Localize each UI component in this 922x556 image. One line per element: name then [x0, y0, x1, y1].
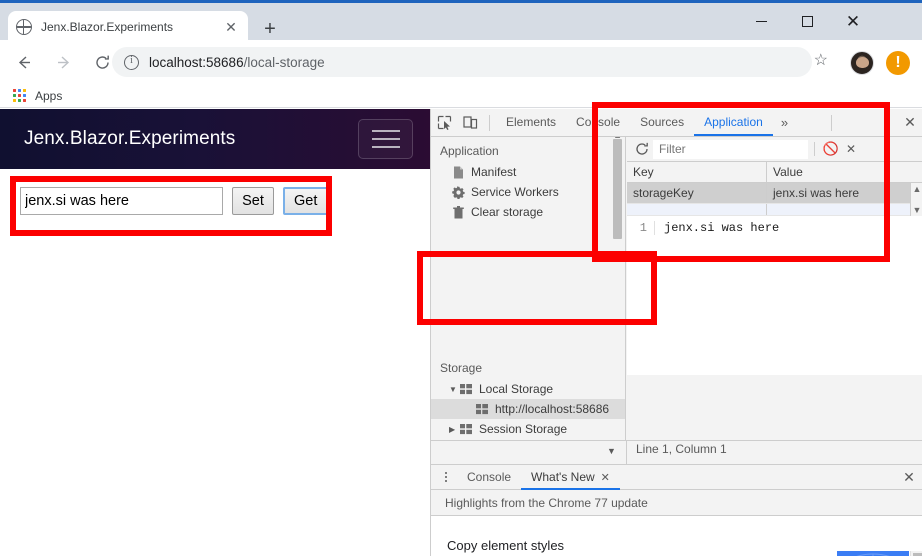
minimize-button[interactable] — [738, 6, 784, 36]
window-close-button[interactable]: ✕ — [830, 6, 876, 36]
browser-toolbar: localhost:58686/local-storage ☆ ! — [0, 40, 922, 84]
globe-icon — [16, 19, 32, 35]
close-icon[interactable]: ✕ — [601, 472, 610, 484]
sidebar-section-storage: Storage — [440, 361, 483, 375]
table-scrollbar[interactable]: ▲ ▼ — [910, 183, 922, 216]
device-toolbar-icon[interactable] — [457, 110, 483, 136]
annotation-local-storage-tree — [417, 251, 657, 325]
hamburger-menu-icon[interactable] — [358, 119, 413, 159]
scroll-down-arrow-icon[interactable]: ▼ — [913, 205, 922, 215]
drawer-menu-icon[interactable] — [435, 465, 457, 489]
drawer-tab-bar: Console What's New ✕ ✕ — [431, 464, 922, 490]
toolbar-divider — [489, 114, 490, 131]
table-icon — [459, 382, 473, 396]
devtools-close-button[interactable]: ✕ — [897, 111, 922, 135]
whats-new-item-title: Copy element styles — [447, 538, 565, 553]
sidebar-item-label: Clear storage — [471, 205, 544, 219]
avatar[interactable] — [850, 51, 874, 75]
forward-button[interactable] — [48, 47, 78, 77]
drawer-tab-whats-new[interactable]: What's New ✕ — [521, 465, 620, 490]
maximize-button[interactable] — [784, 6, 830, 36]
scroll-up-arrow-icon[interactable]: ▲ — [913, 184, 922, 194]
trash-icon — [451, 205, 465, 219]
bookmark-star-icon[interactable]: ☆ — [814, 53, 828, 69]
sidebar-item-label: Manifest — [471, 165, 517, 179]
table-icon — [459, 422, 473, 436]
tab-title: Jenx.Blazor.Experiments — [41, 20, 174, 34]
whats-new-scrollbar[interactable]: ▼ — [910, 551, 922, 556]
line-column-indicator: Line 1, Column 1 — [636, 442, 727, 456]
sidebar-item-label: Session Storage — [479, 422, 568, 436]
whats-new-header: Highlights from the Chrome 77 update — [431, 490, 922, 516]
tab-elements[interactable]: Elements — [496, 109, 566, 136]
maximize-icon — [801, 15, 813, 27]
chevron-down-icon[interactable]: ▼ — [449, 385, 459, 394]
gear-icon — [451, 185, 465, 199]
status-badge[interactable]: ! — [886, 51, 910, 75]
chrome-release-graphic — [837, 551, 909, 556]
sidebar-item-label: Local Storage — [479, 382, 554, 396]
address-bar[interactable]: localhost:58686/local-storage — [112, 47, 812, 77]
browser-window: Jenx.Blazor.Experiments ✕ + ✕ i localhos… — [0, 0, 922, 556]
site-info-icon[interactable] — [124, 54, 139, 70]
sidebar-item-localhost-origin[interactable]: http://localhost:58686 — [431, 399, 625, 419]
forward-arrow-icon — [57, 55, 69, 69]
status-divider — [626, 440, 627, 464]
window-title-bar: Jenx.Blazor.Experiments ✕ + ✕ — [0, 0, 922, 43]
drawer-close-button[interactable]: ✕ — [895, 465, 922, 489]
new-tab-button[interactable]: + — [256, 15, 284, 43]
sidebar-item-session-storage[interactable]: ▶ Session Storage — [431, 419, 625, 439]
sidebar-item-label: http://localhost:58686 — [495, 402, 610, 416]
sidebar-item-label: Service Workers — [471, 185, 559, 199]
close-icon: ✕ — [845, 11, 861, 31]
back-arrow-icon — [18, 55, 30, 69]
page-title: Jenx.Blazor.Experiments — [24, 128, 236, 149]
bookmark-apps-label[interactable]: Apps — [35, 89, 62, 103]
table-icon — [475, 402, 489, 416]
drawer-tab-console[interactable]: Console — [457, 465, 521, 490]
close-icon[interactable]: ✕ — [222, 18, 240, 36]
app-navbar: Jenx.Blazor.Experiments — [0, 109, 430, 169]
chevron-right-icon[interactable]: ▶ — [449, 425, 459, 434]
document-icon — [451, 165, 465, 179]
annotation-storage-values — [592, 102, 890, 262]
browser-tab[interactable]: Jenx.Blazor.Experiments ✕ — [8, 11, 248, 43]
minimize-icon — [755, 20, 767, 22]
whats-new-list: Copy element styles Right-click an eleme… — [431, 516, 831, 556]
back-button[interactable] — [9, 47, 39, 77]
url-text: localhost:58686/local-storage — [149, 54, 325, 70]
reload-icon — [95, 55, 109, 69]
chevron-down-icon[interactable]: ▼ — [607, 446, 616, 456]
drawer-tab-label: What's New — [531, 469, 595, 484]
annotation-input-row — [10, 176, 332, 236]
sidebar-item-local-storage[interactable]: ▼ Local Storage — [431, 379, 625, 399]
inspect-element-icon[interactable] — [431, 110, 457, 136]
apps-grid-icon[interactable] — [13, 89, 26, 102]
whats-new-body: Copy element styles Right-click an eleme… — [431, 516, 922, 556]
